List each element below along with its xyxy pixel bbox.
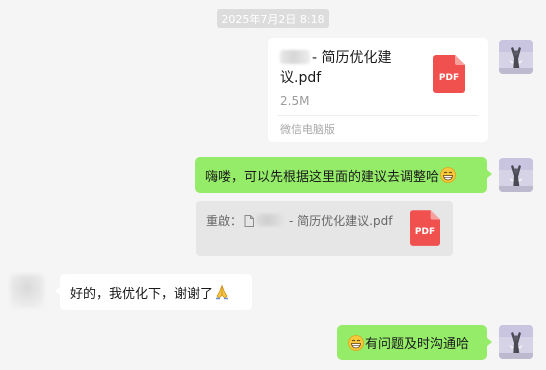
my-avatar[interactable] [499,325,533,359]
file-name: - 简历优化建议.pdf [280,48,422,88]
pdf-file-icon: PDF [410,209,440,247]
folded-hands-emoji-icon [214,284,230,300]
file-card-divider [278,115,478,116]
document-icon [244,215,255,227]
my-avatar[interactable] [499,40,533,74]
grinning-face-emoji-icon [440,167,456,183]
file-size: 2.5M [280,94,310,108]
file-source-label: 微信电脑版 [280,123,335,136]
quote-prefix: 重啟： [206,214,243,228]
message-timestamp: 2025年7月2日 8:18 [217,9,329,28]
message-text: 嗨喽，可以先根据这里面的建议去调整哈 [205,169,440,185]
pdf-icon-label: PDF [438,73,460,83]
received-message-bubble[interactable]: 好的，我优化下，谢谢了 [55,274,252,310]
quoted-file-reference[interactable]: 重啟： - 简历优化建议.pdf PDF [196,201,453,256]
quote-file-name: - 简历优化建议.pdf [289,214,393,228]
file-message-card[interactable]: - 简历优化建议.pdf 2.5M PDF 微信电脑版 [268,38,488,142]
pdf-file-icon: PDF [433,55,465,93]
sent-message-bubble[interactable]: 嗨喽，可以先根据这里面的建议去调整哈 [195,157,492,193]
grinning-face-emoji-icon [348,334,364,351]
message-text: 好的，我优化下，谢谢了 [70,286,214,302]
my-avatar[interactable] [499,158,533,192]
pdf-icon-label: PDF [414,227,436,237]
contact-avatar[interactable] [10,274,44,308]
blurred-name [256,214,287,226]
blurred-name [280,50,310,64]
quote-text: 重啟： - 简历优化建议.pdf [206,212,392,229]
message-text: 有问题及时沟通哈 [365,337,470,352]
sent-message-bubble[interactable]: 有问题及时沟通哈 [337,325,492,360]
